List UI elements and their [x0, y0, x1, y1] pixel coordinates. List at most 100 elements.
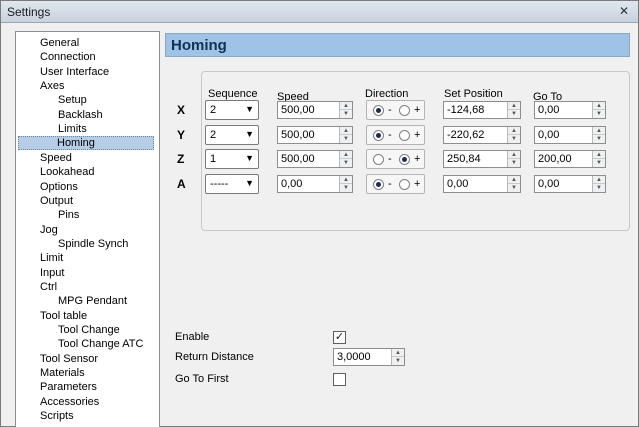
spin-buttons: ▲ ▼ [339, 151, 352, 167]
spin-up-icon[interactable]: ▲ [392, 349, 404, 357]
direction-plus-radio[interactable] [399, 154, 410, 165]
tree-item-setup[interactable]: Setup [56, 93, 89, 107]
tree-item-mpg-pendant[interactable]: MPG Pendant [56, 294, 129, 308]
spin-up-icon[interactable]: ▲ [340, 176, 352, 184]
minus-label: - [388, 177, 392, 190]
speed-input-value: 500,00 [281, 104, 315, 116]
tree-item-pins[interactable]: Pins [56, 208, 81, 222]
sequence-select-a[interactable]: ----- ▼ [205, 173, 259, 194]
spin-down-icon[interactable]: ▼ [340, 110, 352, 118]
direction-minus-radio[interactable] [373, 105, 384, 116]
speed-input-a[interactable]: 0,00 ▲ ▼ [277, 174, 353, 193]
spin-buttons: ▲ ▼ [592, 102, 605, 118]
spin-down-icon[interactable]: ▼ [508, 135, 520, 143]
tree-item-connection[interactable]: Connection [38, 50, 98, 64]
tree-item-user-interface[interactable]: User Interface [38, 65, 111, 79]
spin-up-icon[interactable]: ▲ [508, 176, 520, 184]
go-to-input-a[interactable]: 0,00 ▲ ▼ [534, 174, 606, 193]
tree-item-spindle-synch[interactable]: Spindle Synch [56, 237, 130, 251]
set-position-input-value: 250,84 [447, 153, 481, 165]
tree-item-general[interactable]: General [38, 36, 81, 50]
set-position-input-a[interactable]: 0,00 ▲ ▼ [443, 174, 521, 193]
tree-item-ctrl[interactable]: Ctrl [38, 280, 59, 294]
spin-down-icon[interactable]: ▼ [392, 357, 404, 365]
tree-item-materials[interactable]: Materials [38, 366, 87, 380]
spin-up-icon[interactable]: ▲ [593, 127, 605, 135]
set-position-input-x[interactable]: -124,68 ▲ ▼ [443, 101, 521, 119]
go-to-input-value: 0,00 [538, 104, 560, 116]
return-distance-input[interactable]: 3,0000 ▲ ▼ [333, 348, 405, 366]
spin-buttons: ▲ ▼ [507, 175, 520, 192]
spin-down-icon[interactable]: ▼ [508, 159, 520, 167]
tree-item-backlash[interactable]: Backlash [56, 108, 105, 122]
direction-minus-radio[interactable] [373, 154, 384, 165]
sequence-select-x[interactable]: 2 ▼ [205, 100, 259, 120]
spin-up-icon[interactable]: ▲ [340, 102, 352, 110]
tree-item-tool-change[interactable]: Tool Change [56, 323, 122, 337]
spin-up-icon[interactable]: ▲ [593, 102, 605, 110]
go-to-input-value: 200,00 [538, 153, 572, 165]
go-to-input-y[interactable]: 0,00 ▲ ▼ [534, 125, 606, 144]
tree-item-options[interactable]: Options [38, 180, 80, 194]
axis-label-x: X [177, 103, 186, 117]
tree-item-tool-change-atc[interactable]: Tool Change ATC [56, 337, 145, 351]
go-to-first-checkbox[interactable] [333, 373, 346, 386]
tree-item-scripts[interactable]: Scripts [38, 409, 76, 423]
spin-down-icon[interactable]: ▼ [593, 110, 605, 118]
spin-down-icon[interactable]: ▼ [340, 135, 352, 143]
tree-item-speed[interactable]: Speed [38, 151, 74, 165]
go-to-input-x[interactable]: 0,00 ▲ ▼ [534, 101, 606, 119]
tree-item-axes[interactable]: Axes [38, 79, 66, 93]
spin-down-icon[interactable]: ▼ [340, 159, 352, 167]
set-position-input-z[interactable]: 250,84 ▲ ▼ [443, 150, 521, 168]
settings-tree[interactable]: General Connection User Interface Axes Setup… [15, 31, 160, 427]
spin-down-icon[interactable]: ▼ [593, 135, 605, 143]
set-position-input-y[interactable]: -220,62 ▲ ▼ [443, 125, 521, 144]
enable-checkbox[interactable]: ✓ [333, 331, 346, 344]
direction-plus-radio[interactable] [399, 105, 410, 116]
tree-item-jog[interactable]: Jog [38, 223, 60, 237]
direction-plus-radio[interactable] [399, 178, 410, 190]
spin-buttons: ▲ ▼ [339, 175, 352, 192]
spin-up-icon[interactable]: ▲ [340, 151, 352, 159]
sequence-select-y[interactable]: 2 ▼ [205, 124, 259, 145]
tree-item-lookahead[interactable]: Lookahead [38, 165, 96, 179]
sequence-value: 2 [210, 104, 217, 116]
return-distance-value: 3,0000 [337, 351, 371, 363]
tree-item-output[interactable]: Output [38, 194, 75, 208]
direction-minus-radio[interactable] [373, 178, 384, 190]
column-header-direction: Direction [365, 88, 409, 100]
tree-item-input[interactable]: Input [38, 266, 66, 280]
spin-down-icon[interactable]: ▼ [508, 110, 520, 118]
tree-item-tool-sensor[interactable]: Tool Sensor [38, 352, 100, 366]
tree-item-tool-table[interactable]: Tool table [38, 309, 89, 323]
spin-up-icon[interactable]: ▲ [508, 151, 520, 159]
spin-down-icon[interactable]: ▼ [593, 184, 605, 192]
direction-plus-radio[interactable] [399, 129, 410, 141]
spin-up-icon[interactable]: ▲ [340, 127, 352, 135]
spin-down-icon[interactable]: ▼ [593, 159, 605, 167]
plus-label: + [414, 153, 421, 165]
spin-up-icon[interactable]: ▲ [508, 127, 520, 135]
speed-input-x[interactable]: 500,00 ▲ ▼ [277, 101, 353, 119]
tree-item-limits[interactable]: Limits [56, 122, 89, 136]
spin-up-icon[interactable]: ▲ [508, 102, 520, 110]
tree-item-parameters[interactable]: Parameters [38, 380, 99, 394]
tree-item-homing[interactable]: Homing [18, 136, 154, 151]
go-to-input-value: 0,00 [538, 128, 560, 141]
sequence-select-z[interactable]: 1 ▼ [205, 149, 259, 169]
spin-up-icon[interactable]: ▲ [593, 176, 605, 184]
tree-item-limit[interactable]: Limit [38, 251, 65, 265]
speed-input-z[interactable]: 500,00 ▲ ▼ [277, 150, 353, 168]
tree-item-accessories[interactable]: Accessories [38, 395, 101, 409]
spin-up-icon[interactable]: ▲ [593, 151, 605, 159]
spin-down-icon[interactable]: ▼ [340, 184, 352, 192]
minus-label: - [388, 104, 392, 116]
go-to-input-z[interactable]: 200,00 ▲ ▼ [534, 150, 606, 168]
direction-minus-radio[interactable] [373, 129, 384, 141]
close-icon[interactable]: ✕ [616, 4, 632, 20]
speed-input-y[interactable]: 500,00 ▲ ▼ [277, 125, 353, 144]
spin-down-icon[interactable]: ▼ [508, 184, 520, 192]
go-to-input-value: 0,00 [538, 177, 560, 190]
axis-label-z: Z [177, 152, 185, 166]
